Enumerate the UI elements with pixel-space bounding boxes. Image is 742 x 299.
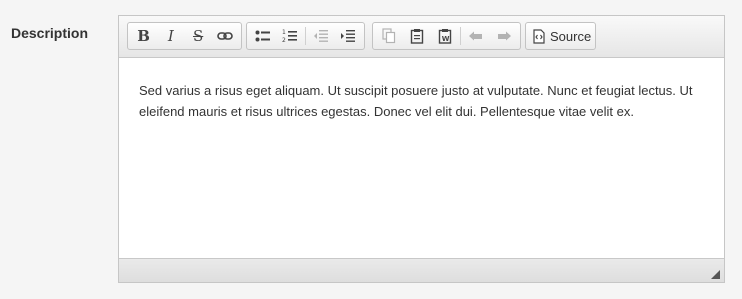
bold-button[interactable]: B (130, 23, 157, 49)
svg-text:W: W (442, 35, 450, 43)
italic-button[interactable]: I (157, 23, 184, 49)
bulleted-list-button[interactable] (249, 23, 277, 49)
copy-button[interactable] (375, 23, 403, 49)
numbered-list-icon: 1 2 (282, 29, 298, 44)
description-label: Description (11, 25, 89, 41)
rich-text-editor: B I S 1 2 W Source Sed varius a risus eg… (118, 15, 725, 283)
clipboard-history-group: W (372, 22, 521, 50)
toolbar-separator (305, 27, 306, 45)
resize-handle-icon[interactable] (711, 270, 720, 279)
numbered-list-button[interactable]: 1 2 (277, 23, 305, 49)
redo-icon (498, 31, 511, 41)
bold-icon: B (137, 26, 150, 45)
formatting-group: B I S (127, 22, 242, 50)
paste-button[interactable] (403, 23, 431, 49)
svg-text:1: 1 (282, 29, 286, 36)
increase-indent-button[interactable] (334, 23, 362, 49)
link-button[interactable] (212, 23, 239, 49)
italic-icon: I (167, 26, 174, 45)
editor-toolbar: B I S 1 2 W Source (119, 16, 724, 58)
source-button[interactable]: Source (528, 23, 597, 49)
source-icon (533, 28, 545, 44)
paste-from-word-icon: W (438, 29, 452, 44)
increase-indent-icon (341, 30, 356, 42)
redo-button[interactable] (490, 23, 518, 49)
strikethrough-icon: S (192, 26, 204, 45)
copy-icon (382, 28, 396, 44)
list-indent-group: 1 2 (246, 22, 365, 50)
paste-from-word-button[interactable]: W (431, 23, 459, 49)
editor-bottom-bar (119, 258, 724, 282)
link-icon (217, 32, 234, 40)
svg-text:2: 2 (282, 37, 286, 44)
strikethrough-button[interactable]: S (185, 23, 212, 49)
paste-icon (410, 29, 424, 44)
bulleted-list-icon (255, 30, 270, 42)
editor-content-area[interactable]: Sed varius a risus eget aliquam. Ut susc… (119, 58, 724, 258)
undo-button[interactable] (462, 23, 490, 49)
decrease-indent-button[interactable] (307, 23, 335, 49)
undo-icon (469, 31, 482, 41)
decrease-indent-icon (313, 30, 328, 42)
source-label: Source (550, 28, 592, 44)
source-group: Source (525, 22, 596, 50)
toolbar-separator (460, 27, 461, 45)
